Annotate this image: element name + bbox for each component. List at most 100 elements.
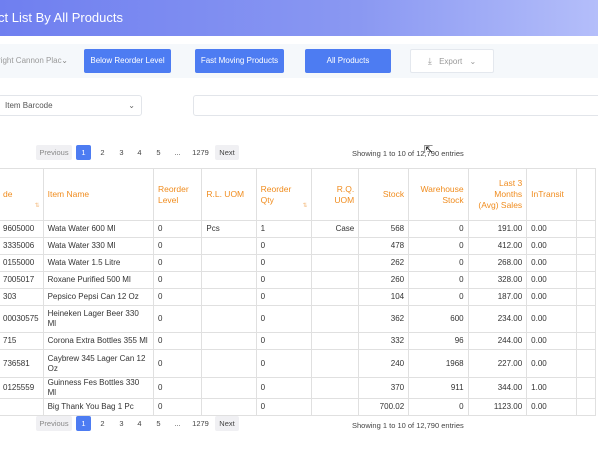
next-page-button[interactable]: Next (215, 416, 239, 431)
column-header-rl-uom[interactable]: R.L. UOM (201, 168, 257, 221)
cell-item-name: Wata Water 1.5 Litre (42, 254, 154, 272)
cell-avg-sales: 227.00 (467, 349, 528, 378)
cell-reorder-level: 0 (152, 254, 203, 272)
cell-in-transit: 0.00 (526, 237, 577, 255)
table-row[interactable]: 303 Pepsico Pepsi Can 12 Oz 0 0 104 0 187.00 0.… (0, 288, 597, 306)
cell-reorder-qty: 0 (255, 398, 312, 416)
cell-stock: 370 (358, 377, 410, 399)
all-products-button[interactable]: All Products (305, 49, 391, 73)
cell-item-name: Pepsico Pepsi Can 12 Oz (42, 288, 154, 306)
chevron-down-icon: ⌄ (61, 56, 68, 65)
cell-code: 715 (0, 332, 44, 350)
cell-in-transit: 0.00 (526, 332, 577, 350)
cell-stock: 104 (358, 288, 410, 306)
previous-page-button[interactable]: Previous (36, 145, 72, 160)
search-input[interactable] (193, 95, 598, 116)
fast-moving-products-button[interactable]: Fast Moving Products (195, 49, 284, 73)
column-header-item-name[interactable]: Item Name (42, 168, 154, 221)
next-page-button[interactable]: Next (215, 145, 239, 160)
branch-select[interactable]: right Cannon Plac ⌄ (0, 49, 74, 73)
table-row[interactable]: 7005017 Roxane Purified 500 Ml 0 0 260 0 328.0… (0, 271, 597, 289)
cell-rl-uom (201, 271, 257, 289)
column-header-in-transit[interactable]: InTransit (526, 168, 577, 221)
entries-info-bottom: Showing 1 to 10 of 12,790 entries (352, 421, 464, 430)
column-header-avg-sales[interactable]: Last 3 Months (Avg) Sales (467, 168, 528, 221)
cell-item-name: Wata Water 330 Ml (42, 237, 154, 255)
cell-rl-uom (201, 237, 257, 255)
page-header: ct List By All Products (0, 0, 598, 36)
cell-code: 736581 (0, 349, 44, 378)
page-last-button[interactable]: 1279 (189, 145, 212, 160)
page-1-button[interactable]: 1 (76, 145, 91, 160)
cell-rl-uom (201, 398, 257, 416)
cell-item-name: Wata Water 600 Ml (42, 220, 154, 238)
cell-reorder-level: 0 (152, 220, 203, 238)
cell-warehouse-stock: 0 (408, 398, 469, 416)
previous-page-button[interactable]: Previous (36, 416, 72, 431)
table-header-row: de ⇅ Item Name Reorder Level R.L. UOM Reo… (0, 168, 597, 221)
page-2-button[interactable]: 2 (95, 416, 110, 431)
table-row[interactable]: 00030575 Heineken Lager Beer 330 Ml 0 0 362 6… (0, 305, 597, 333)
cell-reorder-level: 0 (152, 237, 203, 255)
cell-extra (575, 349, 597, 378)
cell-avg-sales: 412.00 (467, 237, 528, 255)
cell-avg-sales: 234.00 (467, 305, 528, 333)
search-field-select[interactable]: Item Barcode ⌄ (0, 95, 142, 116)
table-row[interactable]: 736581 Caybrew 345 Lager Can 12 Oz 0 0 240 19… (0, 349, 597, 378)
cell-reorder-qty: 0 (255, 332, 312, 350)
page-1-button[interactable]: 1 (76, 416, 91, 431)
column-header-extra (575, 168, 597, 221)
cell-code: 0155000 (0, 254, 44, 272)
table-row[interactable]: 9605000 Wata Water 600 Ml 0 Pcs 1 Case 568 0 191… (0, 220, 597, 238)
cell-item-name: Guinness Fes Bottles 330 Ml (42, 377, 154, 399)
cell-rl-uom: Pcs (201, 220, 257, 238)
cell-code: 00030575 (0, 305, 44, 333)
cell-rl-uom (201, 377, 257, 399)
cell-reorder-qty: 0 (255, 254, 312, 272)
column-header-stock[interactable]: Stock (358, 168, 410, 221)
cell-rl-uom (201, 254, 257, 272)
table-row[interactable]: 3335006 Wata Water 330 Ml 0 0 478 0 412.00 0.00 (0, 237, 597, 255)
page-3-button[interactable]: 3 (114, 416, 129, 431)
cell-item-name: Heineken Lager Beer 330 Ml (42, 305, 154, 333)
cell-extra (575, 237, 597, 255)
cell-item-name: Corona Extra Bottles 355 Ml (42, 332, 154, 350)
branch-select-value: right Cannon Plac (0, 56, 62, 65)
table-row[interactable]: 715 Corona Extra Bottles 355 Ml 0 0 332 96 244… (0, 332, 597, 350)
cell-stock: 700.02 (358, 398, 410, 416)
page-4-button[interactable]: 4 (132, 145, 147, 160)
cell-reorder-level: 0 (152, 305, 203, 333)
sort-icon: ⇅ (34, 203, 40, 209)
column-header-warehouse-stock[interactable]: Warehouse Stock (408, 168, 469, 221)
page-4-button[interactable]: 4 (132, 416, 147, 431)
cell-warehouse-stock: 1968 (408, 349, 469, 378)
column-header-reorder-qty[interactable]: Reorder Qty ⇅ (255, 168, 312, 221)
download-icon: ⤓ (427, 56, 432, 66)
cell-item-name: Caybrew 345 Lager Can 12 Oz (42, 349, 154, 378)
table-row[interactable]: 0155000 Wata Water 1.5 Litre 0 0 262 0 268.00 0… (0, 254, 597, 272)
page-2-button[interactable]: 2 (95, 145, 110, 160)
cell-rq-uom (310, 377, 360, 399)
pagination-ellipsis: ... (174, 148, 181, 157)
column-header-reorder-level[interactable]: Reorder Level (152, 168, 203, 221)
mouse-cursor-icon: ⇱ (424, 144, 434, 156)
cell-reorder-qty: 0 (255, 271, 312, 289)
column-header-code[interactable]: de ⇅ (0, 168, 44, 221)
page-5-button[interactable]: 5 (151, 416, 166, 431)
export-button[interactable]: ⤓ Export ⌄ (410, 49, 494, 73)
cell-stock: 362 (358, 305, 410, 333)
cell-reorder-qty: 0 (255, 349, 312, 378)
cell-in-transit: 0.00 (526, 254, 577, 272)
page-last-button[interactable]: 1279 (189, 416, 212, 431)
table-row[interactable]: 0125559 Guinness Fes Bottles 330 Ml 0 0 370 9… (0, 377, 597, 399)
below-reorder-level-button[interactable]: Below Reorder Level (84, 49, 171, 73)
cell-avg-sales: 328.00 (467, 271, 528, 289)
cell-warehouse-stock: 0 (408, 288, 469, 306)
cell-stock: 332 (358, 332, 410, 350)
table-row[interactable]: Big Thank You Bag 1 Pc 0 0 700.02 0 1123.00 0.… (0, 398, 597, 416)
cell-reorder-qty: 0 (255, 377, 312, 399)
column-header-rq-uom[interactable]: R.Q. UOM (310, 168, 360, 221)
page-5-button[interactable]: 5 (151, 145, 166, 160)
page-title: ct List By All Products (0, 10, 123, 25)
page-3-button[interactable]: 3 (114, 145, 129, 160)
